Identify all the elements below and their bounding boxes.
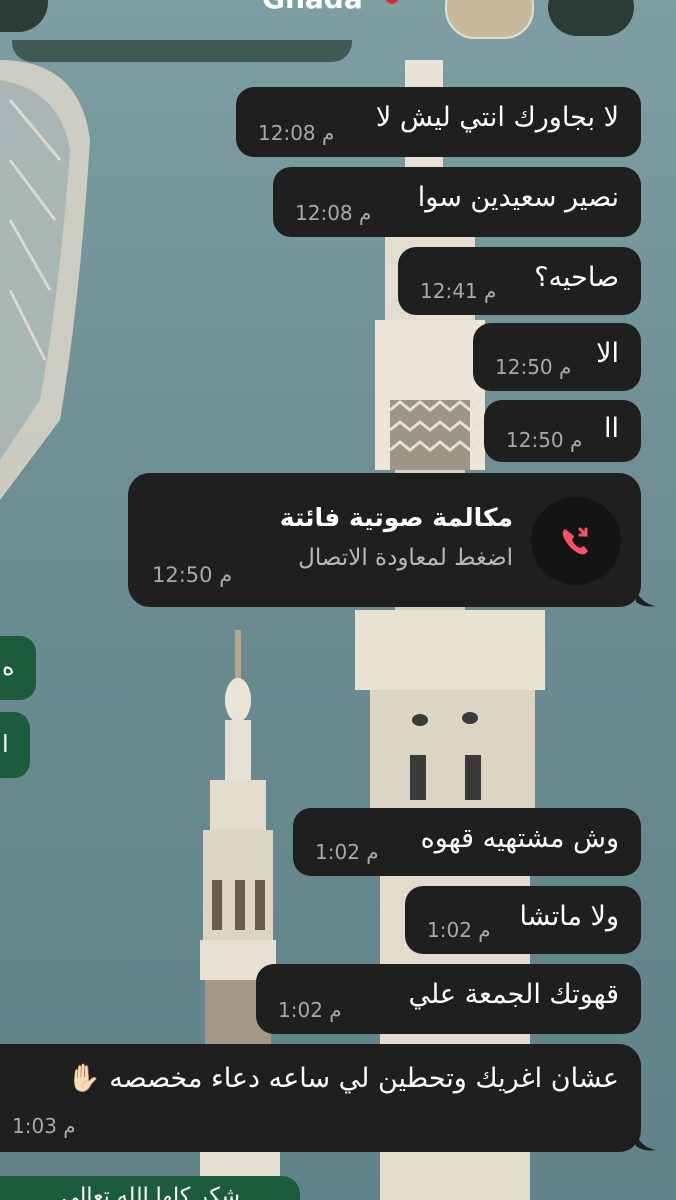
- heart-icon: [385, 0, 399, 4]
- message-bubble[interactable]: عشان اغريك وتحطين لي ساعه دعاء مخصصه ✋🏻 …: [0, 1044, 641, 1152]
- bubble-tail: [636, 1134, 656, 1151]
- message-bubble[interactable]: لا بجاورك انتي ليش لا 12:08 م: [236, 87, 641, 157]
- message-time: 1:03 م: [12, 1114, 76, 1138]
- message-text: ولا ماتشا: [519, 901, 619, 932]
- message-text: لا بجاورك انتي ليش لا: [375, 102, 619, 133]
- message-bubble[interactable]: الا 12:50 م: [473, 323, 641, 391]
- missed-call-button[interactable]: [531, 497, 621, 585]
- message-time: 12:41 م: [420, 279, 497, 303]
- avatar[interactable]: [445, 0, 534, 39]
- missed-call-subtitle: اضغط لمعاودة الاتصال: [298, 545, 513, 571]
- message-text: عشان اغريك وتحطين لي ساعه دعاء مخصصه ✋🏻: [67, 1063, 619, 1094]
- missed-call-time: 12:50 م: [152, 563, 233, 587]
- message-time: 12:08 م: [258, 121, 335, 145]
- message-text: الا: [596, 338, 619, 369]
- message-bubble[interactable]: اا 12:50 م: [484, 400, 641, 462]
- chat-header: Ghada: [0, 0, 676, 62]
- message-text: قهوتك الجمعة علي: [408, 979, 619, 1010]
- message-time: 1:02 م: [427, 918, 491, 942]
- contact-name[interactable]: Ghada: [262, 0, 363, 15]
- message-text: نصير سعيدين سوا: [417, 182, 619, 213]
- message-time: 12:50 م: [506, 428, 583, 452]
- header-back-button[interactable]: [0, 0, 48, 32]
- message-time: 1:02 م: [315, 840, 379, 864]
- message-text: ا: [2, 730, 9, 758]
- message-text: ه: [2, 653, 15, 681]
- incoming-message-bubble[interactable]: شكر كلها الله تعالى: [0, 1176, 300, 1200]
- missed-call-bubble[interactable]: مكالمة صوتية فائتة اضغط لمعاودة الاتصال …: [128, 473, 641, 607]
- header-bottom-bar: [12, 40, 352, 62]
- message-bubble[interactable]: ولا ماتشا 1:02 م: [405, 886, 641, 954]
- message-text: اا: [603, 413, 619, 444]
- message-text: صاحيه؟: [534, 262, 619, 293]
- message-bubble[interactable]: صاحيه؟ 12:41 م: [398, 247, 641, 315]
- message-time: 1:02 م: [278, 998, 342, 1022]
- missed-call-title: مكالمة صوتية فائتة: [279, 503, 513, 532]
- missed-call-icon: [562, 527, 588, 555]
- incoming-message-bubble[interactable]: ا: [0, 712, 30, 778]
- message-bubble[interactable]: نصير سعيدين سوا 12:08 م: [273, 167, 641, 237]
- message-bubble[interactable]: قهوتك الجمعة علي 1:02 م: [256, 964, 641, 1034]
- message-time: 12:50 م: [495, 355, 572, 379]
- message-time: 12:08 م: [295, 201, 372, 225]
- message-text: وش مشتهيه قهوه: [420, 823, 619, 854]
- message-text: شكر كلها الله تعالى: [61, 1184, 240, 1200]
- call-button[interactable]: [548, 0, 634, 36]
- bubble-tail: [636, 590, 656, 607]
- message-bubble[interactable]: وش مشتهيه قهوه 1:02 م: [293, 808, 641, 876]
- incoming-message-bubble[interactable]: ه: [0, 636, 36, 700]
